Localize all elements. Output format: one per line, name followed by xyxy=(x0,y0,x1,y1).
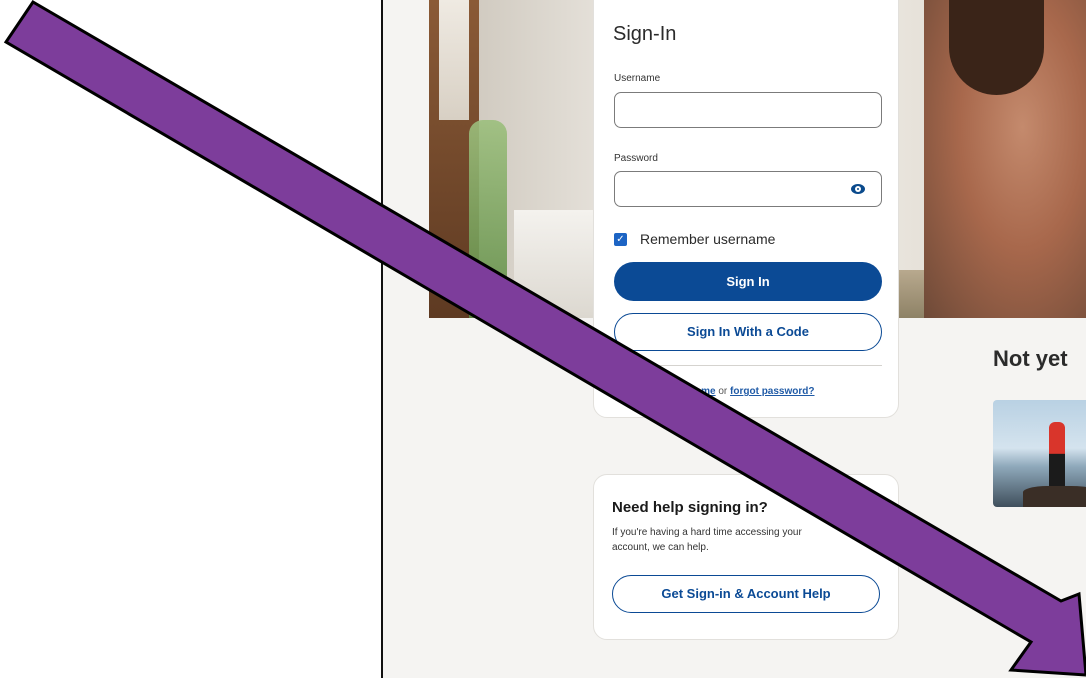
password-label: Password xyxy=(614,153,658,164)
username-label: Username xyxy=(614,73,661,84)
eye-icon[interactable] xyxy=(851,184,865,194)
forgot-password-link[interactable]: forgot password? xyxy=(730,386,814,397)
checkmark-icon: ✓ xyxy=(616,234,625,245)
card-divider xyxy=(614,365,882,366)
yoga-rock xyxy=(1023,486,1086,507)
yoga-image xyxy=(993,400,1086,507)
yoga-figure xyxy=(1049,422,1065,492)
help-text: If you're having a hard time accessing y… xyxy=(612,525,872,555)
help-title: Need help signing in? xyxy=(612,499,768,516)
account-help-button[interactable]: Get Sign-in & Account Help xyxy=(612,575,880,613)
remember-checkbox[interactable]: ✓ xyxy=(614,233,627,246)
signin-title: Sign-In xyxy=(613,23,677,45)
help-card: Need help signing in? If you're having a… xyxy=(593,474,899,640)
login-page: Sign-In Username Password ✓ Remember use… xyxy=(381,0,1086,678)
username-input[interactable] xyxy=(614,92,882,128)
remember-label: Remember username xyxy=(640,231,776,247)
help-text-line1: If you're having a hard time accessing y… xyxy=(612,527,802,538)
password-input[interactable] xyxy=(614,171,882,207)
forgot-username-link[interactable]: ername xyxy=(680,386,716,397)
hero-window xyxy=(439,0,469,120)
help-text-line2: account, we can help. xyxy=(612,542,709,553)
signin-button[interactable]: Sign In xyxy=(614,262,882,301)
hero-hair xyxy=(949,0,1044,95)
hero-glass xyxy=(514,210,599,318)
hero-bottle xyxy=(469,120,507,318)
promo-heading: Not yet xyxy=(993,346,1068,371)
forgot-links: ername or forgot password? xyxy=(680,386,815,397)
or-text: or xyxy=(718,386,728,397)
signin-card: Sign-In Username Password ✓ Remember use… xyxy=(593,0,899,418)
signin-with-code-button[interactable]: Sign In With a Code xyxy=(614,313,882,351)
